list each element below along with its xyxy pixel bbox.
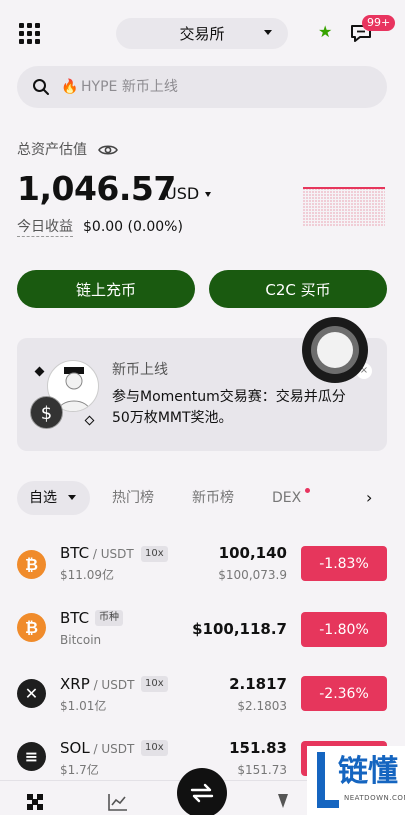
leverage-tag: 10x (141, 676, 168, 692)
pair-name: BTC / USDT (60, 543, 134, 564)
change-badge[interactable]: -2.36% (301, 676, 387, 711)
exchange-label: 交易所 (179, 25, 225, 43)
watermark-l-mark (317, 752, 339, 808)
xrp-icon: ✕ (17, 679, 46, 708)
volume: $1.7亿 (60, 763, 99, 777)
quote-symbol: / USDT (89, 547, 134, 561)
message-count-badge: 99+ (362, 15, 396, 31)
home-icon[interactable] (26, 793, 44, 811)
coin-symbol: BTC (60, 609, 90, 627)
eye-icon[interactable] (98, 142, 118, 158)
today-pnl-label[interactable]: 今日收益 (17, 218, 73, 237)
assistive-touch-button[interactable] (302, 317, 368, 383)
deposit-button[interactable]: 链上充币 (17, 270, 195, 308)
volume: $11.09亿 (60, 568, 114, 582)
chevron-right-icon[interactable]: › (366, 481, 372, 515)
total-assets-label: 总资产估值 (17, 142, 87, 158)
price: 151.83 (229, 739, 287, 757)
currency-selector[interactable]: USD (165, 184, 199, 204)
trade-swap-icon[interactable] (177, 768, 227, 815)
market-row[interactable]: ₿ BTC 币种 Bitcoin $100,118.7 -1.80% (0, 600, 405, 660)
tab-dex[interactable]: DEX (272, 481, 301, 515)
coin-fullname: Bitcoin (60, 633, 102, 647)
quote-symbol: / USDT (89, 678, 135, 692)
coin-symbol: XRP (60, 675, 90, 693)
tab-favorites[interactable]: 自选 (17, 481, 90, 515)
exchange-switcher[interactable]: 交易所 (116, 18, 288, 49)
tab-favorites-label: 自选 (29, 490, 57, 506)
volume: $1.01亿 (60, 699, 107, 713)
quote-symbol: / USDT (89, 742, 135, 756)
solana-icon: ≡ (17, 742, 46, 771)
tab-new-dot (305, 488, 310, 493)
total-assets-value: 1,046.57 (17, 169, 176, 208)
price-usd: $151.73 (237, 763, 287, 777)
leverage-tag: 10x (141, 740, 168, 756)
pair-name: XRP / USDT (60, 674, 134, 695)
c2c-buy-button[interactable]: C2C 买币 (209, 270, 387, 308)
today-pnl-value: $0.00 (0.00%) (83, 219, 183, 235)
coin-symbol: BTC (60, 544, 90, 562)
price: $100,118.7 (192, 620, 287, 638)
leverage-tag: 10x (141, 546, 168, 562)
search-icon (33, 79, 49, 95)
price-usd: $100,073.9 (218, 568, 287, 582)
promo-body: 参与Momentum交易赛：交易并瓜分50万枚MMT奖池。 (112, 389, 346, 426)
change-badge[interactable]: -1.83% (301, 546, 387, 581)
asset-sparkline (303, 187, 385, 226)
tab-hot[interactable]: 热门榜 (112, 481, 154, 515)
top-bar: 交易所 ★ 99+ (0, 0, 405, 66)
tab-new-coins[interactable]: 新币榜 (192, 481, 234, 515)
pair-name: BTC (60, 608, 89, 629)
market-row[interactable]: ✕ XRP / USDT 10x $1.01亿 2.1817 $2.1803 -… (0, 664, 405, 724)
currency-caret-icon[interactable] (205, 192, 211, 197)
fire-icon: 🔥 (61, 79, 79, 95)
market-chart-icon[interactable] (108, 793, 128, 811)
search-bar[interactable]: 🔥 HYPE 新币上线 (17, 66, 387, 108)
search-placeholder: HYPE 新币上线 (81, 79, 178, 95)
watermark-text: 链懂 (338, 754, 398, 789)
earn-icon[interactable] (277, 793, 289, 809)
watermark-logo: 链懂 NEATDOWN.COM (307, 746, 405, 815)
chevron-down-icon (264, 30, 272, 35)
coin-symbol: SOL (60, 739, 90, 757)
tab-fade (334, 481, 354, 515)
price-usd: $2.1803 (237, 699, 287, 713)
bitcoin-icon: ₿ (17, 613, 46, 642)
swap-arrows-icon (190, 783, 214, 803)
star-icon[interactable]: ★ (318, 24, 332, 40)
pair-name: SOL / USDT (60, 738, 134, 759)
grid-menu-icon[interactable] (19, 23, 40, 44)
change-badge[interactable]: -1.80% (301, 612, 387, 647)
bitcoin-icon: ₿ (17, 550, 46, 579)
market-tabs: 自选 热门榜 新币榜 DEX › (0, 481, 405, 517)
price: 100,140 (218, 544, 287, 562)
spot-tag: 币种 (95, 610, 123, 626)
chevron-down-icon (68, 495, 76, 500)
market-row[interactable]: ₿ BTC / USDT 10x $11.09亿 100,140 $100,07… (0, 535, 405, 595)
dollar-coin-icon: $ (30, 396, 63, 429)
watermark-subtext: NEATDOWN.COM (344, 794, 405, 802)
promo-title: 新币上线 (112, 362, 168, 378)
price: 2.1817 (229, 675, 287, 693)
